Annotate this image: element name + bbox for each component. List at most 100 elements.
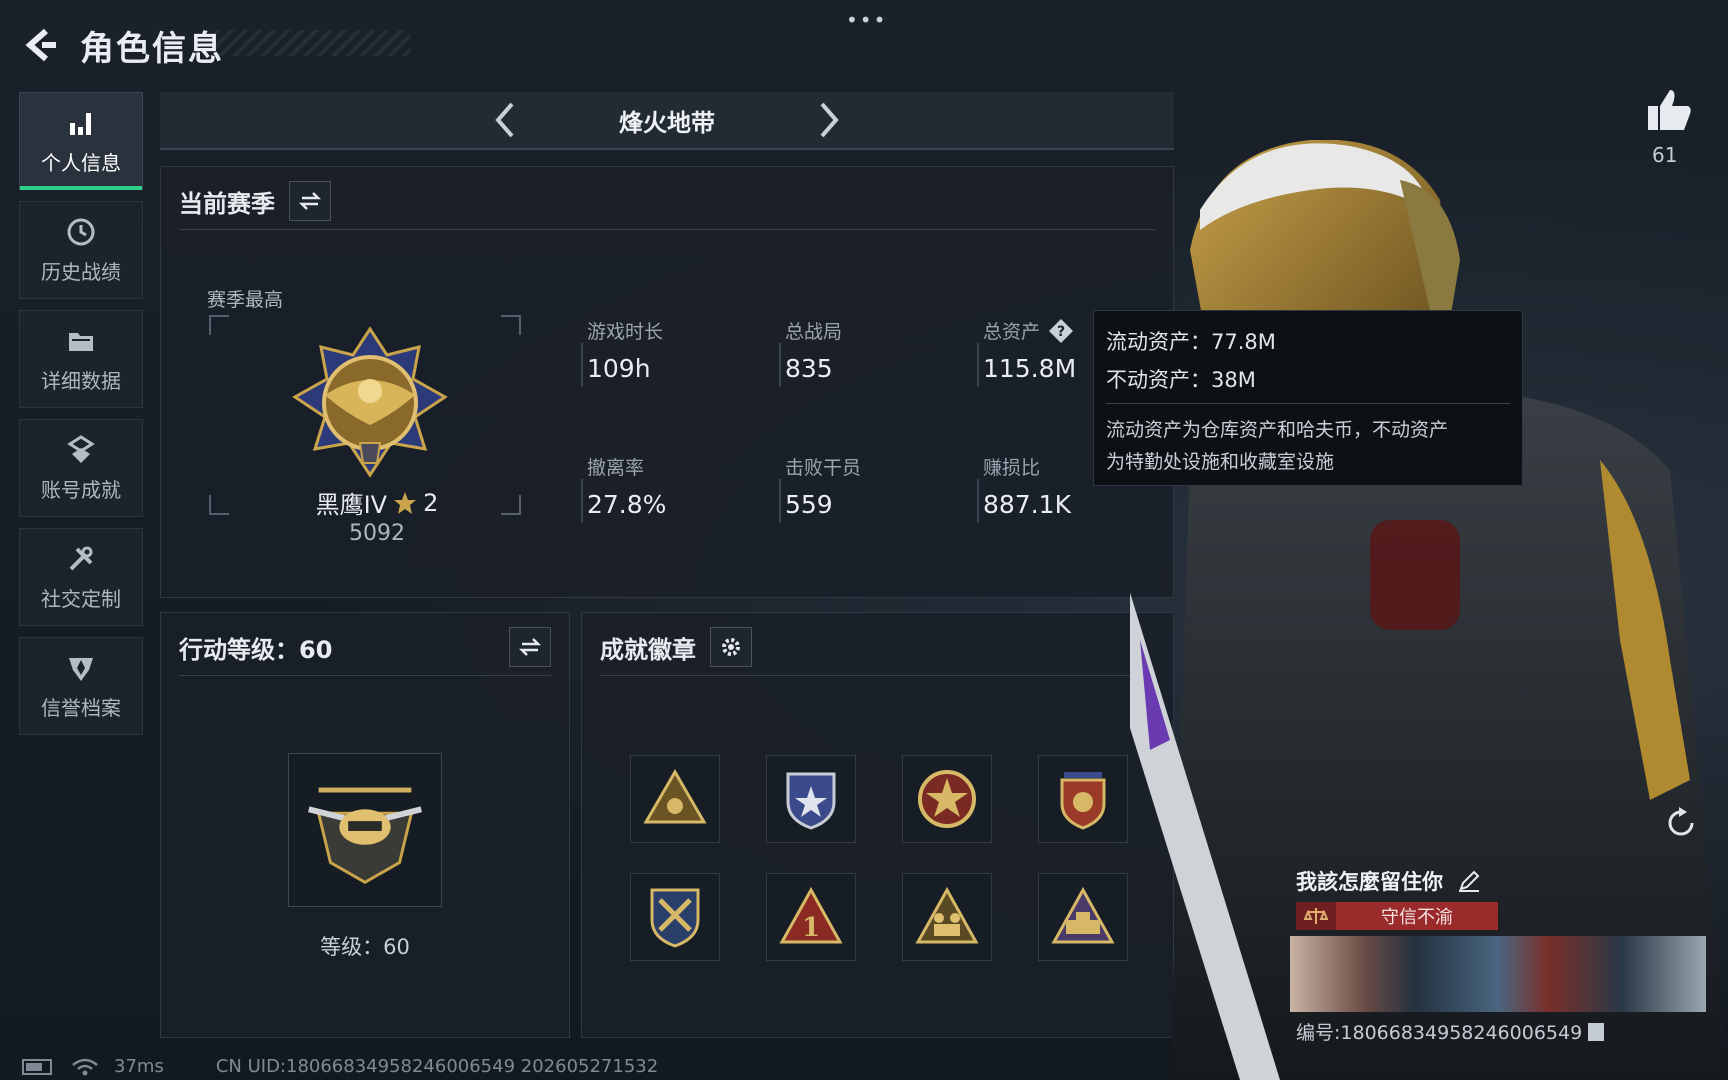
stat-value: 115.8M [983,354,1077,383]
player-nickname: 我該怎麼留住你 [1296,870,1443,894]
switch-level-button[interactable] [509,627,551,667]
divider [600,675,1155,676]
triangle-badge-icon [643,769,707,824]
rotate-character-button[interactable] [1662,804,1700,842]
badge-slot[interactable] [630,873,720,961]
sidebar-item-personal-info[interactable]: 个人信息 [19,92,143,190]
black-hawk-rank-emblem [292,326,448,478]
scales-icon [1296,902,1336,930]
crest-badge-icon [1060,772,1106,830]
sidebar: 个人信息 历史战绩 详细数据 账号成就 社交定制 信誉档案 [19,92,143,746]
refresh-icon [1668,807,1694,836]
stat-extraction-rate: 撤离率 27.8% [581,453,666,523]
action-level-title: 行动等级：60 [179,635,333,664]
badge-slot[interactable] [630,755,720,843]
svg-text:?: ? [1057,324,1065,340]
rank-score: 5092 [349,521,405,546]
sidebar-item-label: 社交定制 [41,586,121,611]
ping-value: 37ms [114,1056,164,1077]
crossed-arms-badge-icon [650,888,700,948]
title-tag-text: 守信不渝 [1381,907,1453,928]
stat-label: 总战局 [785,321,843,343]
sidebar-item-history[interactable]: 历史战绩 [19,201,143,299]
gear-icon [722,638,740,656]
sidebar-item-label: 信誉档案 [41,695,121,720]
gold-tank-badge-icon [1051,886,1115,944]
badge-slot[interactable] [902,873,992,961]
stat-label: 总资产 [983,321,1041,343]
season-panel-header: 当前赛季 [179,181,331,221]
back-button[interactable] [18,23,62,67]
bar-chart-icon [70,112,91,135]
prev-mode-button[interactable] [484,100,524,140]
title-decoration [215,30,410,56]
tooltip-description-line2: 为特勤处设施和收藏室设施 [1106,451,1335,473]
stat-label-row: 总资产 ? [983,317,1076,344]
more-menu-dots[interactable]: ••• [846,8,887,32]
star-icon [394,491,417,514]
svg-text:1: 1 [802,913,820,943]
sidebar-item-credit-record[interactable]: 信誉档案 [19,637,143,735]
stat-play-time: 游戏时长 109h [581,317,664,387]
chevron-right-icon [820,102,839,138]
back-arrow-icon [25,28,56,62]
sidebar-item-label: 详细数据 [41,368,121,393]
level-emblem-frame [288,753,442,907]
copy-icon[interactable] [1588,1022,1605,1041]
badges-header: 成就徽章 [600,627,752,667]
page-title: 角色信息 [80,28,224,69]
player-card-banner[interactable] [1290,936,1706,1012]
help-icon[interactable]: ? [1048,318,1074,344]
stat-value: 109h [587,354,651,383]
badge-slot[interactable] [1038,873,1128,961]
season-title: 当前赛季 [179,189,275,218]
mode-title: 烽火地带 [619,108,715,137]
like-count: 61 [1652,143,1678,167]
action-level-header: 行动等级：60 [179,627,551,667]
stat-value: 559 [785,490,833,519]
stat-profit-loss-ratio: 赚损比 887.1K [977,453,1071,523]
shield-star-badge-icon [786,772,836,830]
thumbs-up-icon [1648,90,1691,130]
rank-name-text: 黑鹰IV [315,491,388,519]
badge-settings-button[interactable] [710,627,752,667]
stat-label: 赚损比 [983,457,1041,479]
helicopter-level-emblem [308,787,422,885]
swap-icon [298,192,322,210]
sidebar-item-achievements[interactable]: 账号成就 [19,419,143,517]
season-panel: 当前赛季 赛季最高 黑鹰IV 2 5092 游戏时长 109h 总战局 835 [160,166,1174,598]
card-uid: 编号:18066834958246006549 [1296,1018,1605,1045]
stat-label: 游戏时长 [587,321,664,343]
badge-slot[interactable]: 1 [766,873,856,961]
page-header: 角色信息 [18,20,224,70]
tools-icon [69,546,93,570]
edit-icon[interactable] [1457,869,1481,893]
shield-icon [69,657,93,681]
nickname-row: 我該怎麼留住你 [1296,866,1481,896]
badge-slot[interactable] [1038,755,1128,843]
like-button[interactable] [1644,86,1694,136]
stat-operators-defeated: 击败干员 559 [779,453,862,523]
sidebar-item-detailed-data[interactable]: 详细数据 [19,310,143,408]
rank-stars: 2 [423,488,439,517]
folder-icon [69,332,93,351]
stat-label: 击败干员 [785,457,862,479]
season-best-label: 赛季最高 [207,289,284,311]
star-medal-badge-icon [918,770,976,828]
liquid-assets: 流动资产：77.8M [1106,330,1276,354]
player-title-tag[interactable]: 守信不渝 [1296,902,1498,930]
status-bar: 37ms CN UID:18066834958246006549 2026052… [22,1056,658,1077]
sidebar-item-label: 历史战绩 [41,259,121,284]
stat-value: 835 [785,354,833,383]
achievement-badges-panel: 成就徽章 1 [581,612,1174,1038]
divider [1106,403,1510,404]
sidebar-item-social-custom[interactable]: 社交定制 [19,528,143,626]
next-mode-button[interactable] [810,100,850,140]
battery-icon [22,1058,52,1075]
number-one-badge-icon: 1 [779,886,843,944]
chevron-left-icon [495,102,514,138]
swap-icon [518,638,542,656]
badge-slot[interactable] [902,755,992,843]
switch-season-button[interactable] [289,181,331,221]
badge-slot[interactable] [766,755,856,843]
